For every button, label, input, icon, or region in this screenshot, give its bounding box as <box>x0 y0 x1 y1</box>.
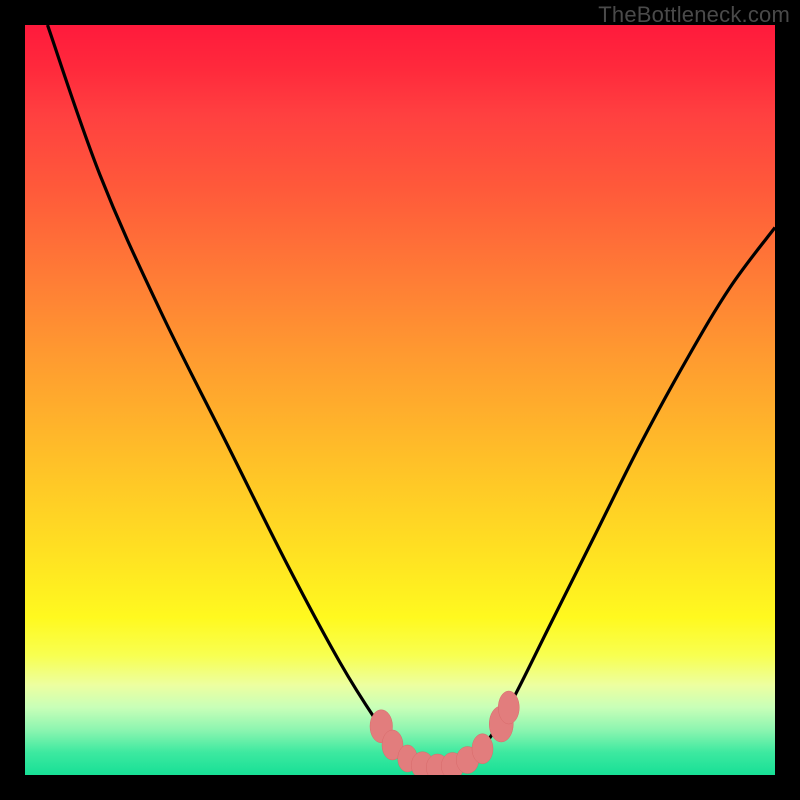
marker-point <box>456 747 479 774</box>
marker-point <box>370 710 393 743</box>
optimal-region-markers <box>370 691 519 775</box>
marker-point <box>411 752 434 775</box>
curve-svg <box>25 25 775 775</box>
marker-point <box>426 754 449 775</box>
marker-point <box>382 730 403 760</box>
bottleneck-curve <box>48 25 776 769</box>
marker-point <box>441 753 464 776</box>
gradient-plot-area <box>25 25 775 775</box>
marker-point <box>489 706 513 742</box>
marker-point <box>398 745 418 772</box>
chart-frame: TheBottleneck.com <box>0 0 800 800</box>
marker-point <box>472 734 493 764</box>
marker-point <box>498 691 519 724</box>
